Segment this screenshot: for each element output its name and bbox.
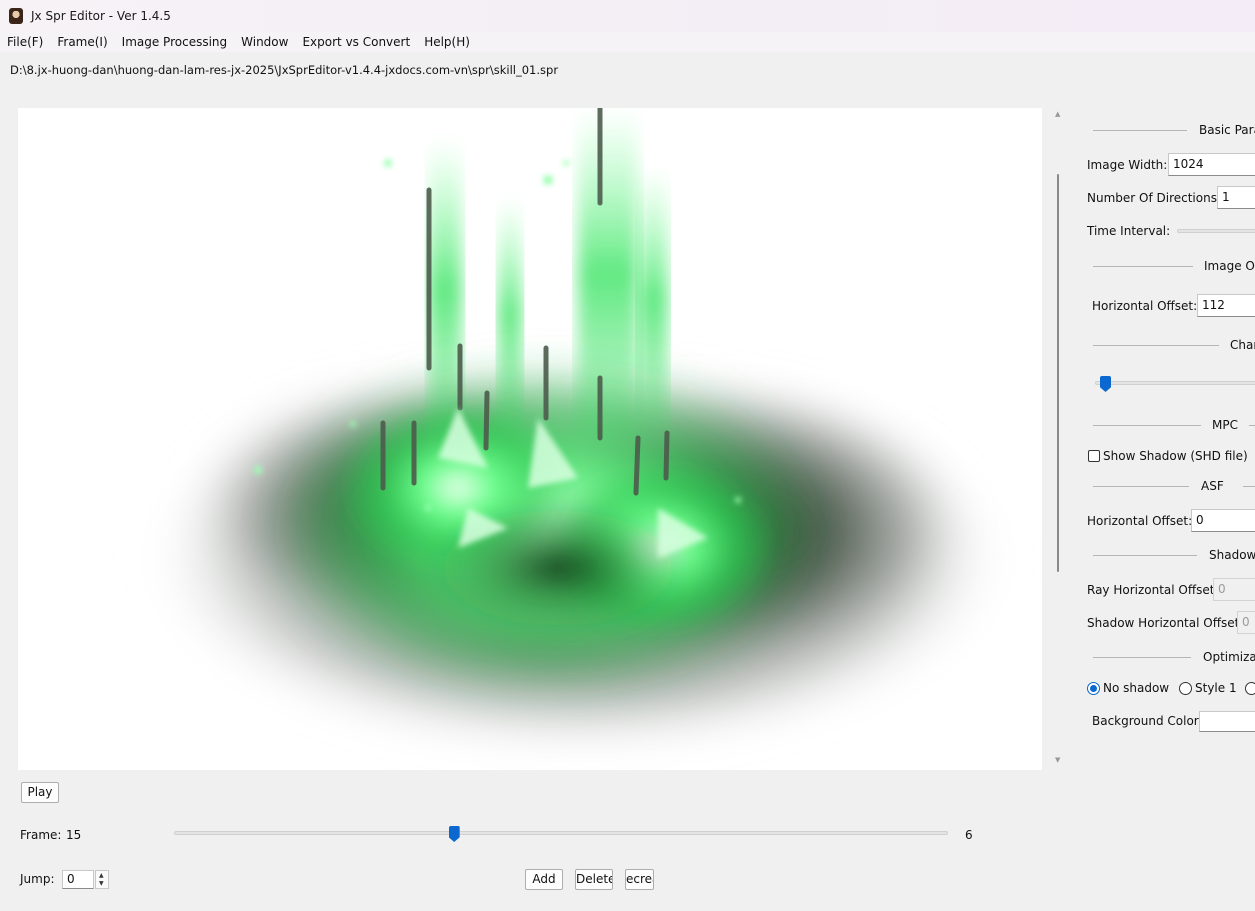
ray-horizontal-offset-input[interactable]: 0 [1213,578,1255,601]
horizontal-offset-label: Horizontal Offset: [1092,299,1198,313]
play-button[interactable]: Play [21,782,59,803]
section-asf: ASF [1201,479,1224,493]
asf-horizontal-offset-input[interactable]: 0 [1191,509,1255,532]
frame-total: 6 [965,828,973,842]
divider-asf [1093,486,1189,487]
background-color-label: Background Color [1092,714,1199,728]
frame-slider-thumb[interactable] [448,826,460,842]
radio-style1-label: Style 1 [1195,681,1237,695]
frame-slider[interactable] [174,831,948,835]
show-shadow-checkbox[interactable] [1088,450,1100,462]
horizontal-offset-input[interactable]: 112 [1197,294,1255,317]
section-shadow: Shadow [1209,548,1255,562]
sprite-frame-image [138,108,1018,758]
section-basic-params: Basic Paran [1199,123,1255,137]
show-shadow-label: Show Shadow (SHD file) [1103,449,1248,463]
divider-image-offset [1093,266,1193,267]
asf-horizontal-offset-label: Horizontal Offset: [1087,514,1193,528]
char-slider[interactable] [1095,381,1255,385]
file-path: D:\8.jx-huong-dan\huong-dan-lam-res-jx-2… [10,63,559,77]
divider-mpc-right [1249,425,1255,426]
scroll-up-icon[interactable]: ▲ [1055,111,1061,118]
divider-shadow [1093,555,1197,556]
sprite-canvas[interactable] [18,108,1042,770]
create-button[interactable]: ecrea [625,869,654,890]
delete-frame-button[interactable]: Delete [575,869,613,890]
image-width-input[interactable]: 1024 [1168,153,1255,176]
title-bar: Jx Spr Editor - Ver 1.4.5 [0,0,1255,32]
char-slider-thumb[interactable] [1100,376,1111,392]
app-icon [9,8,23,24]
section-optimization: Optimizat [1203,650,1255,664]
spin-down-icon[interactable]: ▼ [99,881,104,887]
properties-panel: Basic Paran Image Width: 1024 Number Of … [1075,108,1255,770]
jump-label: Jump: [20,872,55,886]
section-image-offset: Image Off [1204,259,1255,273]
divider-optimization [1093,657,1191,658]
section-mpc: MPC [1212,418,1238,432]
ray-horizontal-offset-label: Ray Horizontal Offset: [1087,583,1219,597]
add-frame-button[interactable]: Add [525,869,563,890]
menu-help[interactable]: Help(H) [417,35,477,49]
scrollbar-thumb[interactable] [1057,174,1059,572]
directions-input[interactable]: 1 [1217,186,1255,209]
scroll-down-icon[interactable]: ▼ [1055,757,1061,764]
radio-no-shadow[interactable] [1087,682,1100,695]
divider-basic [1093,130,1187,131]
radio-style1[interactable] [1179,682,1192,695]
jump-input[interactable]: 0 [62,870,94,889]
spin-up-icon[interactable]: ▲ [99,873,104,879]
frame-label: Frame: [20,828,62,842]
menu-frame[interactable]: Frame(I) [50,35,114,49]
directions-label: Number Of Directions: [1087,191,1222,205]
divider-char [1093,345,1219,346]
menu-file[interactable]: File(F) [0,35,50,49]
menu-window[interactable]: Window [234,35,295,49]
window-title: Jx Spr Editor - Ver 1.4.5 [31,9,171,23]
menu-image-processing[interactable]: Image Processing [115,35,234,49]
panel-scrollbar[interactable]: ▲ ▼ [1052,108,1064,770]
menu-export-convert[interactable]: Export vs Convert [295,35,417,49]
menu-bar: File(F) Frame(I) Image Processing Window… [0,32,1255,52]
time-interval-label: Time Interval: [1087,224,1171,238]
frame-value: 15 [66,828,82,842]
background-color-swatch[interactable] [1199,711,1255,732]
radio-no-shadow-label: No shadow [1103,681,1170,695]
shadow-horizontal-offset-label: Shadow Horizontal Offset: [1087,616,1244,630]
radio-style2[interactable] [1245,682,1255,695]
time-interval-slider[interactable] [1177,229,1255,233]
divider-asf-right [1243,486,1255,487]
shadow-horizontal-offset-input[interactable]: 0 [1237,611,1255,634]
image-width-label: Image Width: [1087,158,1168,172]
jump-spinner[interactable]: ▲ ▼ [95,870,109,889]
section-char: Char [1230,338,1255,352]
divider-mpc [1093,425,1201,426]
